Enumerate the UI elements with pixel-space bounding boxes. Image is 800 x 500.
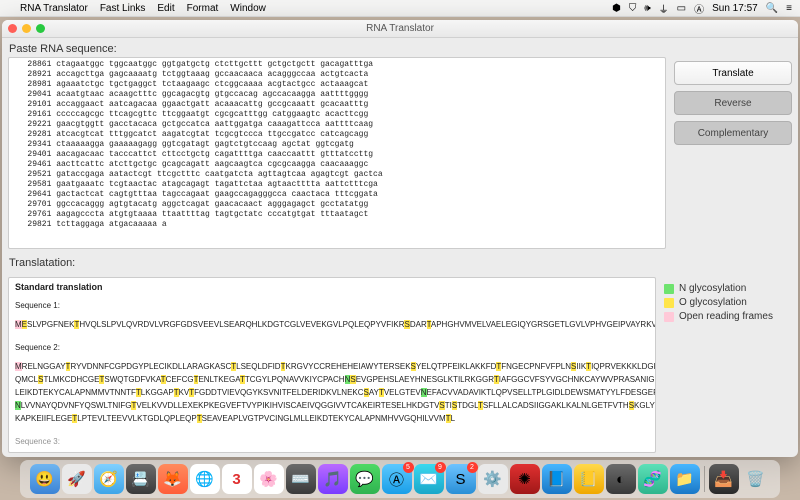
app-window: RNA Translator Paste RNA sequence: 28861… (2, 20, 798, 457)
menubar-item[interactable]: Format (187, 3, 219, 14)
dock-app2[interactable]: 📘 (542, 464, 572, 494)
legend-swatch-green (664, 284, 674, 294)
dock-app4[interactable]: ◐ (606, 464, 636, 494)
clock[interactable]: Sun 17:57 (712, 3, 758, 14)
dock-photos[interactable]: 🌸 (254, 464, 284, 494)
dock-app5[interactable]: 🧬 (638, 464, 668, 494)
volume-icon[interactable]: 🕪 (644, 3, 650, 14)
legend: N glycosylation O glycosylation Open rea… (664, 277, 792, 453)
seq2-label: Sequence 2: (15, 342, 649, 353)
seq3-label: Sequence 3: (15, 436, 649, 447)
spotlight-icon[interactable]: 🔍 (766, 3, 778, 14)
menu-icon[interactable]: ≡ (786, 3, 792, 14)
dock-launchpad[interactable]: 🚀 (62, 464, 92, 494)
menubar-item[interactable]: Window (230, 3, 266, 14)
dock-trash[interactable]: 🗑️ (741, 464, 771, 494)
battery-icon[interactable]: ▭ (677, 3, 686, 14)
window-title: RNA Translator (366, 23, 434, 34)
dock-appstore[interactable]: Ⓐ5 (382, 464, 412, 494)
wifi-icon[interactable]: ⏚ (659, 1, 669, 16)
seq1-label: Sequence 1: (15, 300, 649, 311)
dock: 😃 🚀 🧭 📇 🦊 🌐 3 🌸 ⌨️ 🎵 💬 Ⓐ5 ✉️9 S2 ⚙️ ✺ 📘 … (20, 460, 780, 498)
minimize-icon[interactable] (22, 24, 31, 33)
translation-label: Translatation: (9, 257, 792, 269)
dock-finder[interactable]: 😃 (30, 464, 60, 494)
dock-skype[interactable]: S2 (446, 464, 476, 494)
paste-label: Paste RNA sequence: (9, 43, 792, 55)
legend-swatch-pink (664, 312, 674, 322)
dock-app6[interactable]: 📁 (670, 464, 700, 494)
dock-downloads[interactable]: 📥 (709, 464, 739, 494)
close-icon[interactable] (8, 24, 17, 33)
dock-itunes[interactable]: 🎵 (318, 464, 348, 494)
translation-heading: Standard translation (15, 282, 103, 292)
dock-messages[interactable]: 💬 (350, 464, 380, 494)
dock-terminal[interactable]: ⌨️ (286, 464, 316, 494)
legend-swatch-yellow (664, 298, 674, 308)
menubar-app[interactable]: RNA Translator (20, 3, 88, 14)
rna-input-panel[interactable]: 28861 ctagaatggc tggcaatggc ggtgatgctg c… (8, 57, 666, 249)
dropbox-icon[interactable]: ⬢ (612, 3, 621, 14)
dock-settings[interactable]: ⚙️ (478, 464, 508, 494)
dock-firefox[interactable]: 🦊 (158, 464, 188, 494)
reverse-button[interactable]: Reverse (674, 91, 792, 115)
translation-output[interactable]: Standard translation Sequence 1: MESLVPG… (8, 277, 656, 453)
dock-app3[interactable]: 📒 (574, 464, 604, 494)
titlebar: RNA Translator (2, 20, 798, 38)
shield-icon[interactable]: ⛉ (629, 3, 637, 14)
dock-contacts[interactable]: 📇 (126, 464, 156, 494)
dock-mail[interactable]: ✉️9 (414, 464, 444, 494)
translate-button[interactable]: Translate (674, 61, 792, 85)
dock-safari[interactable]: 🧭 (94, 464, 124, 494)
complementary-button[interactable]: Complementary (674, 121, 792, 145)
dock-chrome[interactable]: 🌐 (190, 464, 220, 494)
maximize-icon[interactable] (36, 24, 45, 33)
menubar-item[interactable]: Fast Links (100, 3, 146, 14)
a-icon[interactable]: Ⓐ (694, 1, 704, 16)
dock-app1[interactable]: ✺ (510, 464, 540, 494)
menubar-item[interactable]: Edit (157, 3, 174, 14)
dock-calendar[interactable]: 3 (222, 464, 252, 494)
